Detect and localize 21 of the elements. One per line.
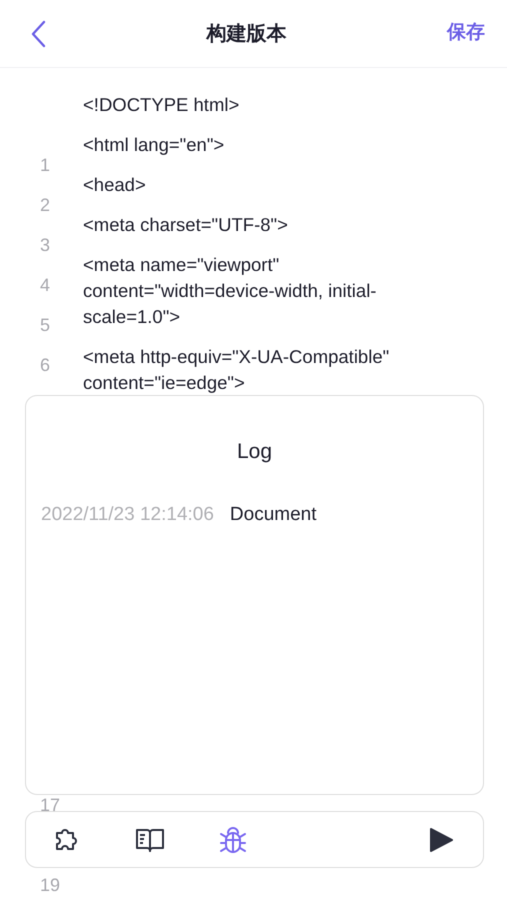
page-title: 构建版本: [206, 22, 286, 46]
log-message: Document: [230, 502, 317, 526]
line-number: 1: [40, 154, 52, 177]
line-number: 6: [40, 354, 52, 377]
save-button[interactable]: 保存: [447, 19, 485, 48]
line-number: 19: [40, 874, 62, 897]
code-line: <meta charset="UTF-8">: [83, 213, 289, 237]
line-number: 17: [40, 794, 62, 817]
code-line: <head>: [83, 173, 147, 197]
code-line: <meta http-equiv="X-UA-Compatible" content="ie=edge">: [83, 345, 390, 395]
line-number: 4: [40, 274, 52, 297]
code-line: <!DOCTYPE html>: [83, 93, 240, 117]
log-title: Log: [236, 440, 272, 463]
log-timestamp: 2022/11/23 12:14:06: [41, 502, 214, 526]
code-line: <html lang="en">: [83, 133, 226, 157]
line-number: 5: [40, 314, 52, 337]
back-button[interactable]: [30, 20, 46, 48]
play-icon[interactable]: [429, 826, 453, 852]
code-line: <meta name="viewport" content="width=device-width, initial-scale=1.0">: [83, 253, 378, 329]
line-number: 2: [40, 194, 52, 217]
line-number: 3: [40, 234, 52, 257]
